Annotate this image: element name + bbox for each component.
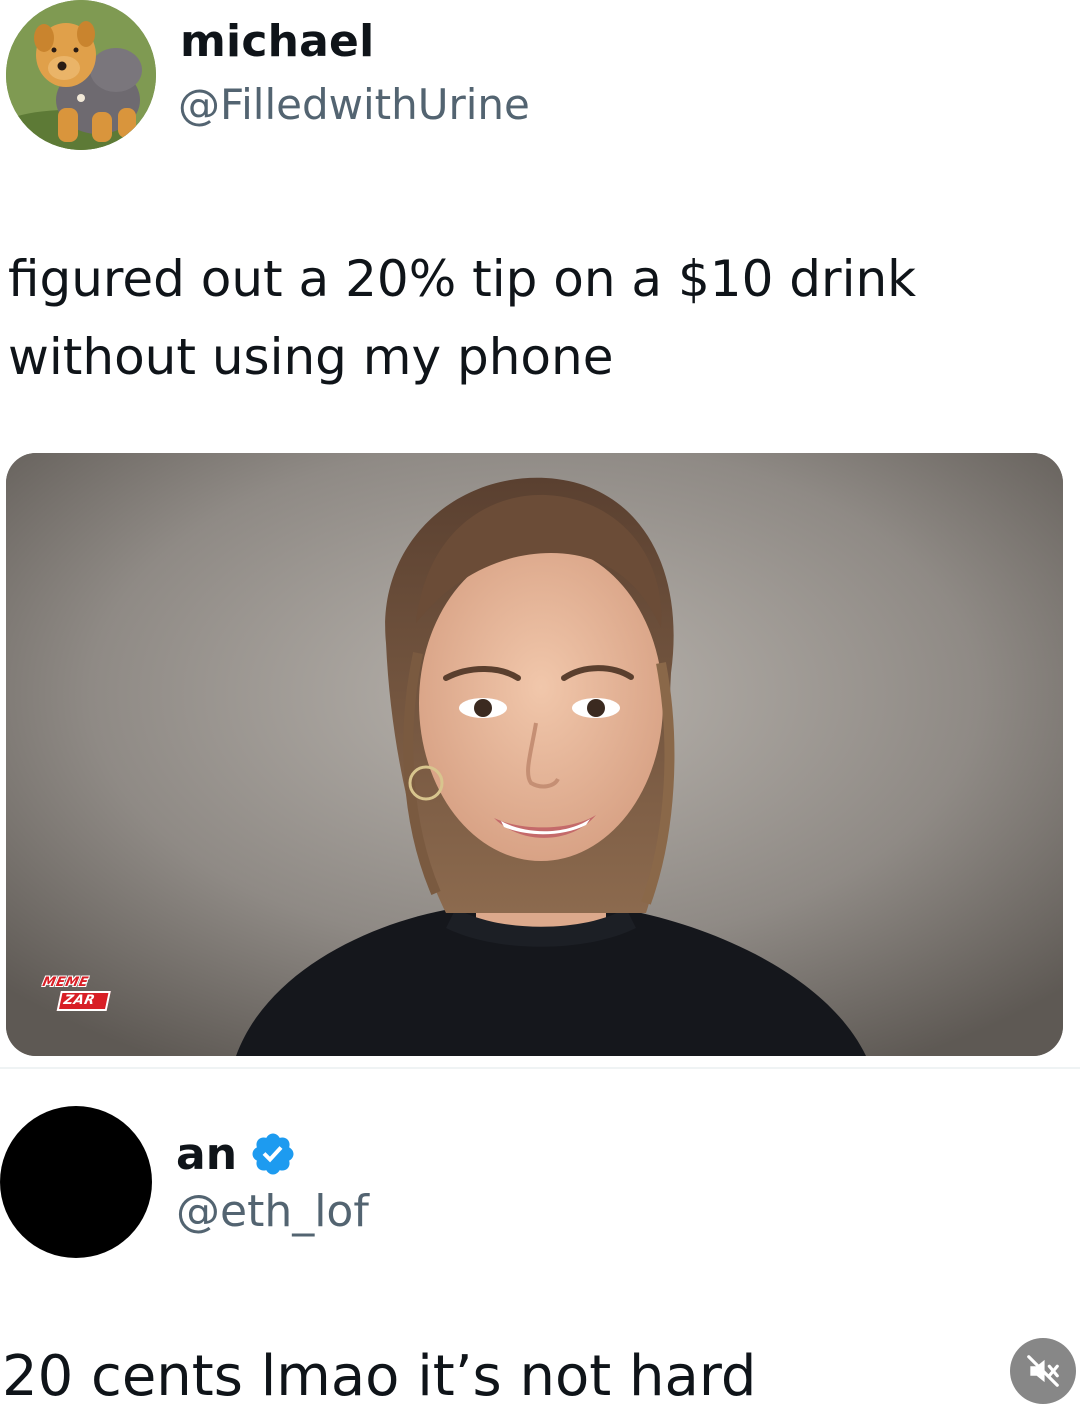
tweet-divider — [0, 1067, 1080, 1069]
user-handle[interactable]: @FilledwithUrine — [178, 80, 530, 129]
watermark-text-1: MEME — [41, 975, 90, 990]
user-handle[interactable]: @eth_lof — [176, 1186, 369, 1237]
tweet-media-image[interactable] — [6, 453, 1063, 1056]
memezar-watermark-logo: MEME ZAR — [36, 975, 113, 1015]
tweet-text: figured out a 20% tip on a $10 drink wit… — [8, 240, 1008, 396]
reply-tweet-text: 20 cents lmao it’s not hard — [2, 1344, 757, 1409]
avatar-michael[interactable] — [6, 0, 156, 150]
portrait-photo — [6, 453, 1063, 1056]
avatar-an[interactable] — [0, 1106, 152, 1258]
plush-dog-avatar-icon — [6, 0, 156, 150]
tweet-text-line-1: figured out a 20% tip on a $10 drink — [8, 250, 917, 308]
verified-badge-icon — [252, 1133, 294, 1175]
watermark-text-2: ZAR — [56, 991, 111, 1011]
name-row: an — [176, 1124, 297, 1184]
tweet-text-line-2: without using my phone — [8, 328, 614, 386]
display-name[interactable]: michael — [180, 16, 374, 67]
speaker-muted-icon — [1027, 1355, 1059, 1387]
mute-toggle-button[interactable] — [1010, 1338, 1076, 1404]
display-name[interactable]: an — [176, 1129, 237, 1180]
